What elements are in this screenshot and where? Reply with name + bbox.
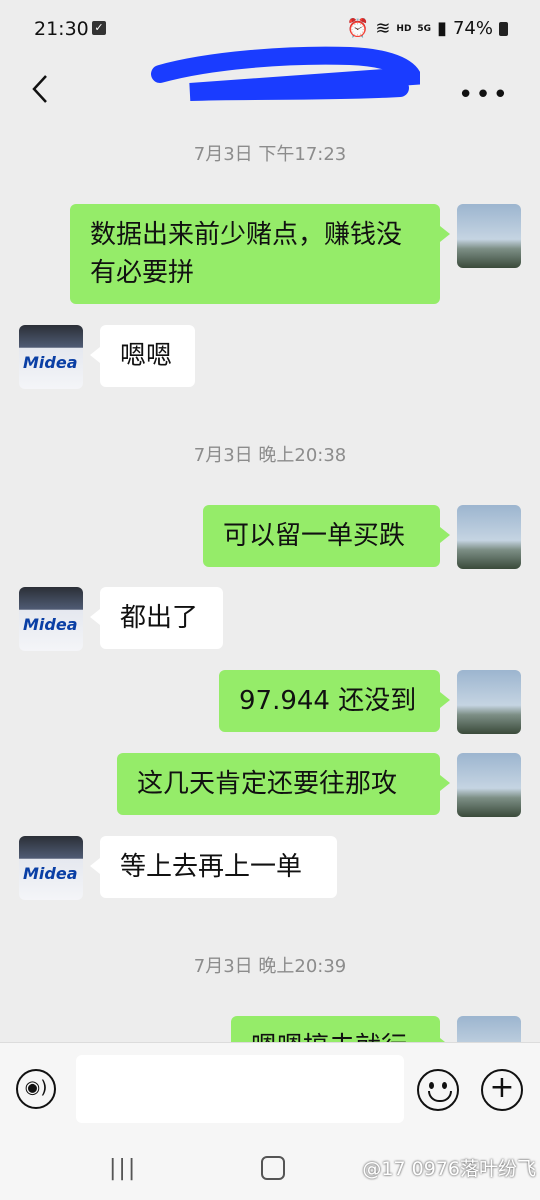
watermark: @17 0976落叶纷飞 — [362, 1158, 536, 1180]
self-avatar[interactable] — [457, 1016, 521, 1042]
alarm-icon: ⏰ — [346, 18, 370, 39]
redaction-scribble — [151, 46, 420, 101]
message-bubble-self[interactable]: 97.944 还没到 — [219, 670, 450, 732]
network-label: 5G — [417, 23, 432, 34]
self-avatar[interactable] — [457, 753, 521, 817]
signal-icon: ▮ — [437, 18, 447, 39]
message-bubble-self[interactable]: 这几天肯定还要往那攻 — [117, 753, 450, 815]
system-navigation-bar: ||| @17 0976落叶纷飞 — [0, 1134, 540, 1200]
peer-avatar[interactable]: Midea — [19, 325, 83, 389]
timestamp: 7月3日 下午17:23 — [193, 144, 347, 165]
recents-icon[interactable]: ||| — [109, 1156, 137, 1181]
message-bubble-peer[interactable]: 等上去再上一单 — [90, 836, 337, 898]
timestamp: 7月3日 晚上20:38 — [193, 445, 347, 466]
self-avatar[interactable] — [457, 670, 521, 734]
peer-avatar-logo: Midea — [23, 615, 78, 634]
peer-avatar-logo: Midea — [23, 353, 78, 372]
home-icon[interactable] — [261, 1156, 285, 1180]
peer-avatar[interactable]: Midea — [19, 587, 83, 651]
more-options-icon[interactable]: ••• — [458, 80, 510, 110]
message-bubble-self[interactable]: 可以留一单买跌 — [203, 505, 450, 567]
wifi-icon: ≋ — [375, 18, 391, 39]
voice-input-icon[interactable]: ◉) — [16, 1069, 56, 1109]
back-arrow-icon[interactable] — [26, 68, 56, 110]
battery-icon — [499, 21, 508, 36]
status-time: 21:30 — [34, 18, 89, 40]
timestamp: 7月3日 晚上20:39 — [193, 956, 347, 977]
peer-avatar-logo: Midea — [23, 864, 78, 883]
message-bubble-peer[interactable]: 都出了 — [90, 587, 223, 649]
more-actions-plus-icon[interactable]: + — [481, 1069, 523, 1111]
message-bubble-self[interactable]: 嗯嗯搞去就行 — [231, 1016, 450, 1042]
peer-avatar[interactable]: Midea — [19, 836, 83, 900]
hd-label: HD — [396, 23, 412, 34]
self-avatar[interactable] — [457, 505, 521, 569]
message-input[interactable] — [76, 1055, 404, 1123]
status-icons: ⏰ ≋ HD 5G ▮ 74% — [347, 18, 508, 39]
message-bubble-peer[interactable]: 嗯嗯 — [90, 325, 195, 387]
self-avatar[interactable] — [457, 204, 521, 268]
input-bar: ◉) + — [0, 1042, 540, 1135]
message-list[interactable]: 7月3日 下午17:23 数据出来前少赌点，赚钱没有必要拼 Midea 嗯嗯 7… — [0, 120, 540, 1042]
message-bubble-self[interactable]: 数据出来前少赌点，赚钱没有必要拼 — [70, 204, 450, 304]
chat-header: ••• — [0, 46, 540, 120]
battery-percent: 74% — [452, 18, 493, 39]
notification-check-icon: ✓ — [92, 21, 106, 35]
emoji-icon[interactable] — [417, 1069, 459, 1111]
